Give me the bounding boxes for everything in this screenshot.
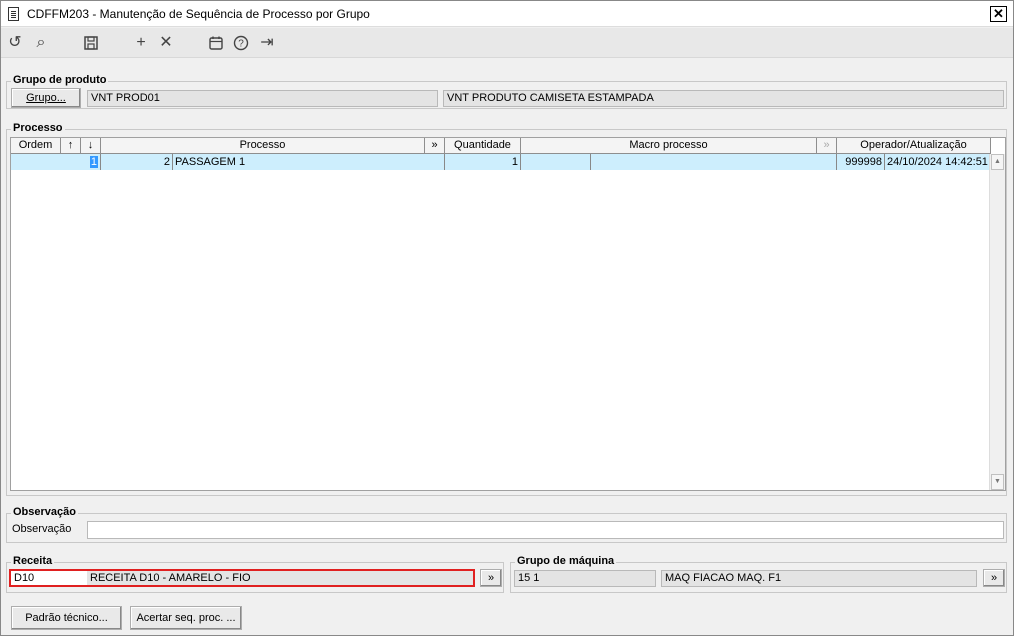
col-processo[interactable]: Processo [101,138,425,154]
grupo-description-field: VNT PRODUTO CAMISETA ESTAMPADA [443,90,1004,107]
maquina-title: Grupo de máquina [515,555,617,567]
document-icon [8,7,19,21]
cell-quantidade[interactable]: 1 [445,154,521,170]
processo-grid: Ordem ↑ ↓ Processo » Quantidade Macro pr… [10,137,1006,491]
scroll-down-arrow-icon[interactable]: ▼ [991,474,1004,490]
scroll-up-arrow-icon[interactable]: ▲ [991,154,1004,170]
title-bar: CDFFM203 - Manutenção de Sequência de Pr… [1,1,1013,27]
save-icon[interactable] [81,33,101,53]
svg-text:?: ? [238,39,244,50]
cell-processo-name[interactable]: PASSAGEM 1 [173,154,445,170]
col-macro-processo[interactable]: Macro processo [521,138,817,154]
maquina-lookup-button[interactable]: » [983,569,1005,587]
macro-lookup-button[interactable]: » [817,138,837,154]
search-icon[interactable]: ⌕ [31,33,51,53]
maquina-code-field[interactable]: 15 1 [514,570,656,587]
delete-icon[interactable]: ✕ [156,33,176,53]
window-title: CDFFM203 - Manutenção de Sequência de Pr… [27,7,370,21]
cell-macro-name[interactable] [591,154,837,170]
app-window: CDFFM203 - Manutenção de Sequência de Pr… [0,0,1014,636]
calendar-icon[interactable] [206,33,226,53]
col-ordem[interactable]: Ordem [11,138,61,154]
col-operador[interactable]: Operador/Atualização [837,138,991,154]
exit-icon[interactable]: ⇥ [257,33,277,53]
grid-scrollbar[interactable]: ▲ ▼ [989,154,1005,490]
cell-data-atualizacao: 24/10/2024 14:42:51 [885,154,991,170]
grupo-produto-title: Grupo de produto [11,74,109,86]
observacao-input[interactable] [87,521,1004,539]
move-down-button[interactable]: ↓ [81,138,101,154]
grupo-button[interactable]: Grupo... [11,88,81,108]
receita-title: Receita [11,555,55,567]
cell-macro-code[interactable] [521,154,591,170]
receita-lookup-button[interactable]: » [480,569,502,587]
toolbar: ↺ ⌕ + ✕ ? ⇥ [1,28,1013,58]
receita-description-field: RECEITA D10 - AMARELO - FIO [87,571,473,585]
cell-ordem-value: 1 [89,156,98,168]
cell-ordem[interactable]: 1 [11,154,101,170]
observacao-title: Observação [11,506,78,518]
col-quantidade[interactable]: Quantidade [445,138,521,154]
undo-icon[interactable]: ↺ [5,33,25,53]
grupo-code-field[interactable]: VNT PROD01 [87,90,438,107]
maquina-description-field: MAQ FIACAO MAQ. F1 [661,570,977,587]
cell-processo-code[interactable]: 2 [101,154,173,170]
observacao-label: Observação [12,523,72,535]
close-button[interactable]: ✕ [990,6,1007,22]
help-icon[interactable]: ? [231,33,251,53]
processo-title: Processo [11,122,65,134]
cell-operador: 999998 [837,154,885,170]
processo-lookup-button[interactable]: » [425,138,445,154]
padrao-tecnico-button[interactable]: Padrão técnico... [11,606,122,630]
receita-code-field[interactable]: D10 [11,571,87,585]
acertar-seq-button[interactable]: Acertar seq. proc. ... [130,606,242,630]
add-icon[interactable]: + [131,33,151,53]
move-up-button[interactable]: ↑ [61,138,81,154]
grupo-button-label: Grupo... [26,92,66,104]
